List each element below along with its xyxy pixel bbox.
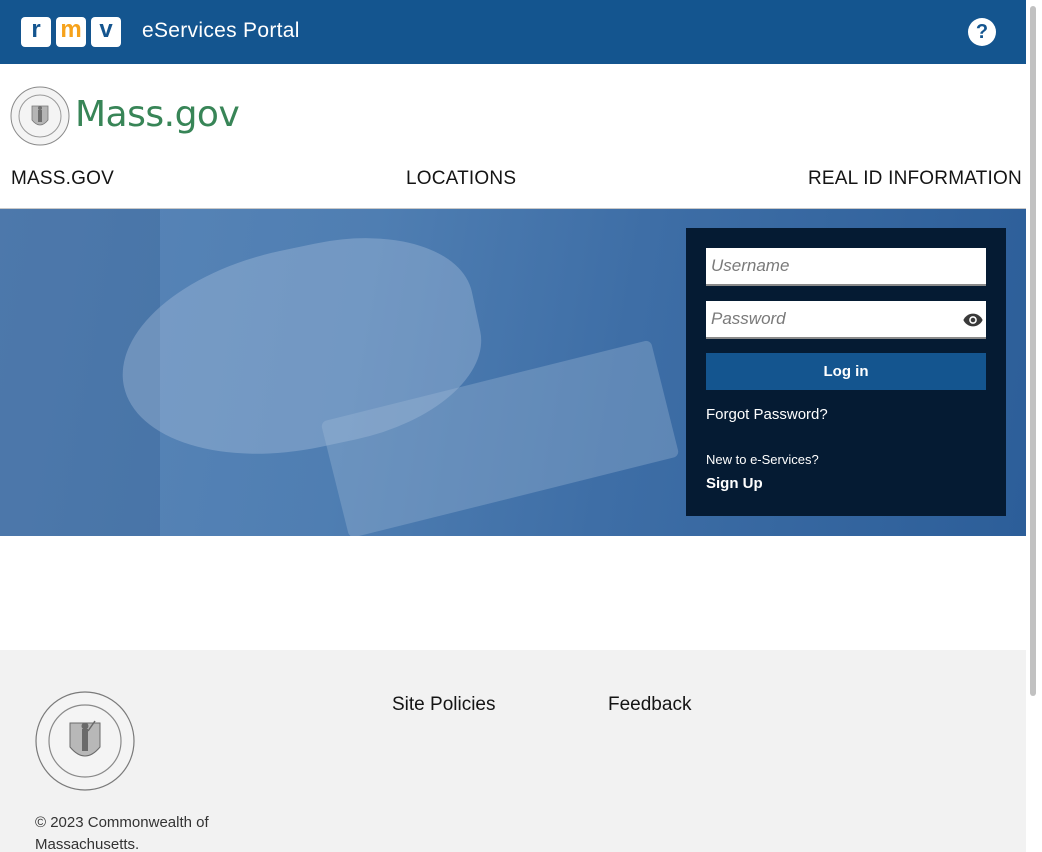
nav-link-real-id[interactable]: REAL ID INFORMATION: [808, 168, 1022, 190]
app-title: eServices Portal: [142, 19, 300, 42]
mass-gov-brand[interactable]: Mass.gov: [75, 94, 240, 135]
massachusetts-seal-icon[interactable]: [10, 86, 70, 146]
footer: Site Policies Feedback © 2023 Commonweal…: [0, 650, 1026, 852]
rmv-logo-letter-v: v: [91, 17, 121, 47]
rmv-logo-letter-r: r: [21, 17, 51, 47]
site-policies-link[interactable]: Site Policies: [392, 694, 496, 716]
page: r m v eServices Portal ? Mass.gov MASS.G…: [0, 0, 1026, 852]
copyright-text: © 2023 Commonwealth of Massachusetts.: [35, 814, 209, 852]
rmv-logo-letter-m: m: [56, 17, 86, 47]
nav-link-locations[interactable]: LOCATIONS: [406, 168, 516, 190]
question-circle-icon: ?: [975, 20, 989, 43]
nav-link-mass-gov[interactable]: MASS.GOV: [11, 168, 114, 190]
forgot-password-link[interactable]: Forgot Password?: [706, 406, 828, 423]
massachusetts-seal-icon: [35, 691, 135, 791]
feedback-link[interactable]: Feedback: [608, 694, 691, 716]
vertical-scrollbar[interactable]: [1026, 0, 1042, 852]
top-bar: r m v eServices Portal ?: [0, 0, 1026, 64]
main-nav: MASS.GOV LOCATIONS REAL ID INFORMATION: [0, 168, 1026, 208]
sign-up-link[interactable]: Sign Up: [706, 475, 763, 492]
username-input[interactable]: [706, 248, 986, 284]
log-in-button[interactable]: Log in: [706, 353, 986, 390]
password-input[interactable]: [706, 301, 986, 337]
login-panel: Log in Forgot Password? New to e-Service…: [686, 228, 1006, 516]
help-button[interactable]: ?: [968, 18, 996, 46]
scrollbar-thumb[interactable]: [1030, 6, 1036, 696]
password-field: [706, 301, 986, 339]
rmv-logo[interactable]: r m v: [21, 17, 121, 47]
eye-icon[interactable]: [962, 309, 984, 331]
new-to-eservices-text: New to e-Services?: [706, 452, 819, 467]
username-field: [706, 248, 986, 286]
